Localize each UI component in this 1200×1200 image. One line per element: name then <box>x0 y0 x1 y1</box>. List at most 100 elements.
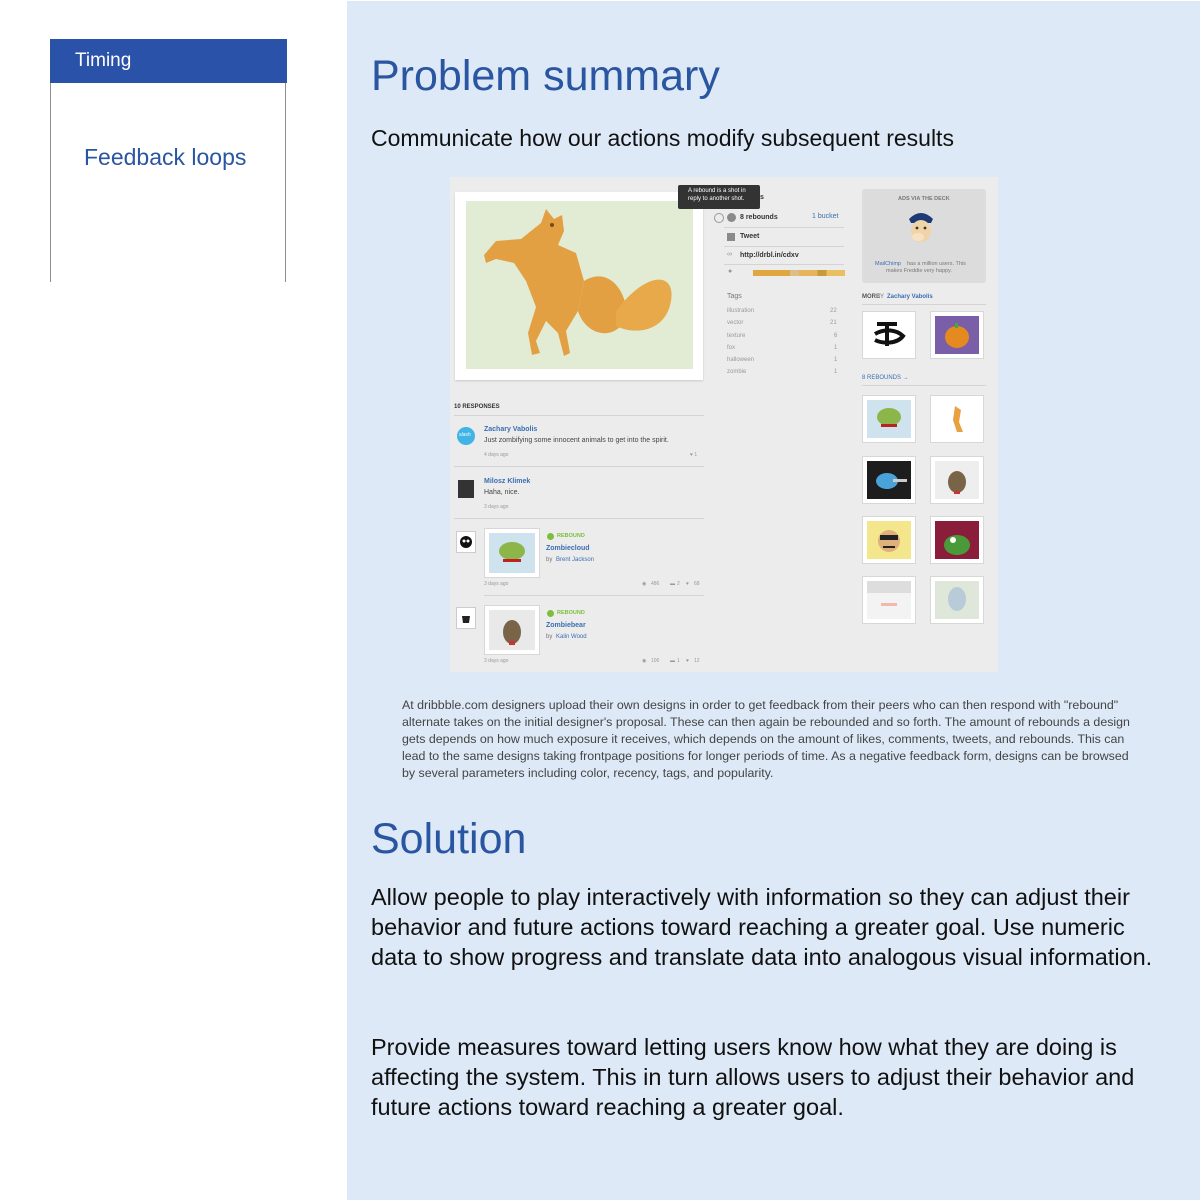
rebound-views: 106 <box>651 658 660 664</box>
likes-icon: ♥ <box>686 581 689 587</box>
rebound-thumbnail[interactable] <box>931 517 983 563</box>
shot-artwork <box>466 201 693 369</box>
comment-divider <box>484 595 704 596</box>
bucket-link[interactable]: 1 bucket <box>812 213 838 220</box>
comment-likes[interactable]: ♥ 1 <box>690 452 697 458</box>
tag-count: 21 <box>830 320 837 326</box>
rebound-thumbnail[interactable] <box>931 457 983 503</box>
more-by-thumbnail[interactable] <box>863 312 915 358</box>
rebounds-count[interactable]: 8 rebounds <box>740 214 778 221</box>
rebound-icon <box>727 213 736 222</box>
avatar[interactable] <box>457 608 475 628</box>
avatar-text: slash <box>459 432 471 438</box>
comment-divider <box>454 466 704 467</box>
rebound-thumbnail[interactable] <box>931 577 983 623</box>
color-palette-bar[interactable] <box>753 270 845 276</box>
sidebar-header-timing[interactable]: Timing <box>50 39 287 83</box>
avatar[interactable] <box>458 480 474 498</box>
sidebar-item-feedback-loops[interactable]: Feedback loops <box>84 144 246 171</box>
rebound-likes: 68 <box>694 581 700 587</box>
comment-text: Haha, nice. <box>484 489 520 496</box>
rebound-thumbnail[interactable] <box>863 577 915 623</box>
stats-heading-fragment: s <box>760 194 764 201</box>
rebound-badge: REBOUND <box>557 533 585 539</box>
solution-paragraph-2: Provide measures toward letting users kn… <box>371 1034 1135 1120</box>
tag-count: 22 <box>830 308 837 314</box>
rebound-author-link[interactable]: Kalin Wood <box>556 634 587 640</box>
rebound-badge: REBOUND <box>557 610 585 616</box>
rebound-badge-icon <box>547 610 554 617</box>
tag-count: 1 <box>834 345 838 351</box>
rebound-likes: 12 <box>694 658 700 664</box>
rebound-comments: 2 <box>677 581 680 587</box>
comment-time: 3 days ago <box>484 504 509 510</box>
problem-summary-heading: Problem summary <box>371 52 720 100</box>
rebound-author-link[interactable]: Brent Jackson <box>556 557 594 563</box>
views-icon: ◉ <box>642 581 647 587</box>
rebound-thumbnail[interactable] <box>485 606 539 654</box>
rebound-thumbnail[interactable] <box>863 457 915 503</box>
tooltip-line-1: A rebound is a shot in <box>688 188 746 194</box>
tag-count: 1 <box>834 369 838 375</box>
stats-divider <box>724 227 844 228</box>
rebound-thumbnail[interactable] <box>485 529 539 577</box>
comments-icon: ▬ <box>670 658 675 664</box>
help-icon[interactable] <box>714 213 724 223</box>
dribbble-screenshot: A rebound is a shot in reply to another … <box>450 177 998 672</box>
ad-text-2: makes Freddie very happy. <box>886 268 952 274</box>
responses-header: 10 RESPONSES <box>454 404 500 410</box>
rebounds-link[interactable]: 8 REBOUNDS → <box>862 375 909 381</box>
comment-text: Just zombifying some innocent animals to… <box>484 437 669 444</box>
tooltip-line-2: reply to another shot. <box>688 196 745 202</box>
rebound-title-link[interactable]: Zombiebear <box>546 622 586 629</box>
tweet-button[interactable]: Tweet <box>740 233 759 240</box>
tags-label: Tags <box>727 293 742 300</box>
ad-brand[interactable]: MailChimp <box>875 261 901 267</box>
rebound-badge-icon <box>547 533 554 540</box>
problem-subtitle: Communicate how our actions modify subse… <box>371 125 954 151</box>
rebound-thumbnail[interactable] <box>863 396 915 442</box>
screenshot-caption: At dribbble.com designers upload their o… <box>402 698 1130 780</box>
short-url-link[interactable]: http://drbl.in/cdxv <box>740 252 799 259</box>
more-by-author-link[interactable]: Zachary Vabolis <box>887 294 933 300</box>
color-drop-icon: ● <box>728 268 733 275</box>
rebound-thumbnail[interactable] <box>931 396 983 442</box>
comment-time: 4 days ago <box>484 452 509 458</box>
tag-item[interactable]: vector <box>727 320 743 326</box>
responses-divider <box>454 415 704 416</box>
tag-item[interactable]: zombie <box>727 369 746 375</box>
rebound-time: 3 days ago <box>484 581 509 587</box>
tag-item[interactable]: texture <box>727 333 745 339</box>
stats-divider <box>724 246 844 247</box>
likes-icon: ♥ <box>686 658 689 664</box>
rebound-by: by <box>546 557 553 563</box>
comment-author-link[interactable]: Milosz Klimek <box>484 478 530 485</box>
rebound-time: 3 days ago <box>484 658 509 664</box>
views-icon: ◉ <box>642 658 647 664</box>
more-by-divider <box>862 304 986 305</box>
comment-author-link[interactable]: Zachary Vabolis <box>484 426 537 433</box>
comments-icon: ▬ <box>670 581 675 587</box>
rebound-by: by <box>546 634 553 640</box>
twitter-icon <box>727 233 735 241</box>
comment-divider <box>454 518 704 519</box>
avatar[interactable] <box>457 532 475 552</box>
rebounds-divider <box>862 385 986 386</box>
tag-item[interactable]: fox <box>727 345 735 351</box>
fox-illustration-icon <box>484 209 672 356</box>
shot-image-frame[interactable] <box>455 192 703 380</box>
rebound-comments: 1 <box>677 658 680 664</box>
ad-label: ADS VIA THE DECK <box>898 196 950 202</box>
stats-divider <box>724 264 844 265</box>
solution-paragraph-1: Allow people to play interactively with … <box>371 884 1153 970</box>
rebound-thumbnail[interactable] <box>863 517 915 563</box>
tag-item[interactable]: illustration <box>727 308 754 314</box>
more-by-thumbnail[interactable] <box>931 312 983 358</box>
link-icon: ∞ <box>727 251 732 258</box>
ad-text-1: has a million users. This <box>907 261 966 267</box>
tag-item[interactable]: halloween <box>727 357 754 363</box>
tag-count: 6 <box>834 333 838 339</box>
mailchimp-freddie-icon <box>905 209 937 245</box>
rebound-views: 486 <box>651 581 660 587</box>
rebound-title-link[interactable]: Zombiecloud <box>546 545 590 552</box>
